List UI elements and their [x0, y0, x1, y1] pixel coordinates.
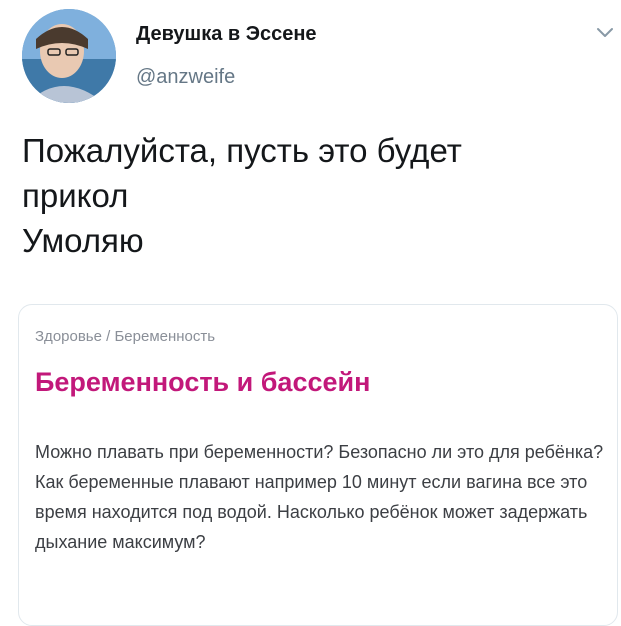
chevron-down-icon[interactable]	[596, 26, 614, 38]
tweet-line: прикол	[22, 177, 129, 214]
link-card[interactable]: Здоровье / Беременность Беременность и б…	[18, 304, 618, 626]
display-name[interactable]: Девушка в Эссене	[136, 23, 317, 46]
tweet-line: Пожалуйста, пусть это будет	[22, 132, 462, 169]
avatar-photo	[22, 9, 116, 103]
breadcrumb: Здоровье / Беременность	[35, 328, 216, 345]
tweet-text: Пожалуйста, пусть это будет прикол Умоля…	[22, 128, 602, 263]
user-handle[interactable]: @anzweife	[136, 66, 235, 89]
avatar[interactable]	[22, 9, 116, 103]
article-body: Можно плавать при беременности? Безопасн…	[35, 442, 604, 552]
article-title: Беременность и бассейн	[35, 367, 371, 397]
tweet-line: Умоляю	[22, 222, 144, 259]
